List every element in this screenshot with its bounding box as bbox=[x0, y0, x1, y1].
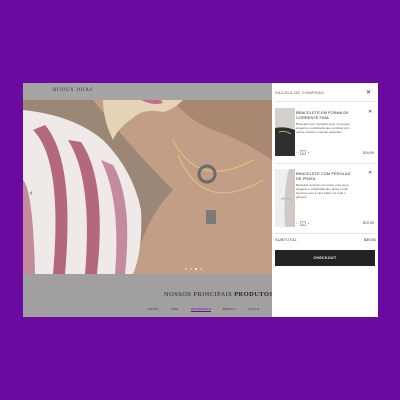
checkout-button[interactable]: CHECKOUT bbox=[275, 250, 375, 266]
divider bbox=[275, 163, 375, 164]
cart-item-name[interactable]: BRACELETE EM FORMA DE CORRENTE FINA bbox=[296, 110, 354, 120]
hero-image bbox=[23, 100, 272, 274]
cart-item-description: Bracelete com minúcias simp, uma peça el… bbox=[296, 122, 350, 134]
remove-item-icon[interactable]: ✕ bbox=[368, 109, 372, 115]
store-page: BIJOUX JOIAS ‹ NOSSOS PRINCIPAIS PRODUTO… bbox=[23, 83, 273, 317]
carousel-prev-icon[interactable]: ‹ bbox=[30, 190, 32, 197]
cart-item-price: $19,99 bbox=[363, 151, 374, 155]
subtotal-value: $39,98 bbox=[364, 238, 376, 242]
cart-item-price: $19,99 bbox=[363, 221, 374, 225]
filter-todos[interactable]: TODOS bbox=[147, 307, 159, 312]
carousel-indicators bbox=[185, 268, 202, 270]
filter-anel[interactable]: ANEL bbox=[171, 307, 180, 312]
remove-item-icon[interactable]: ✕ bbox=[368, 170, 372, 176]
section-title: NOSSOS PRINCIPAIS PRODUTOS bbox=[164, 291, 273, 298]
cart-title: SACOLA DE COMPRAS bbox=[275, 90, 325, 95]
cart-item-image bbox=[275, 169, 295, 227]
cart-item-name[interactable]: BRACELETE COM PÉROLAS DE PRATA bbox=[296, 171, 354, 181]
divider bbox=[275, 233, 375, 234]
carousel-dot[interactable] bbox=[185, 268, 187, 270]
close-cart-icon[interactable]: ✕ bbox=[366, 89, 371, 96]
decrement-button[interactable]: − bbox=[296, 151, 298, 155]
filter-bracelete[interactable]: BRACELETE bbox=[191, 307, 211, 312]
increment-button[interactable]: + bbox=[308, 222, 310, 226]
cart-item: BRACELETE EM FORMA DE CORRENTE FINA ✕ Br… bbox=[275, 108, 375, 160]
decrement-button[interactable]: − bbox=[296, 222, 298, 226]
quantity-value[interactable]: 1 bbox=[299, 150, 306, 155]
increment-button[interactable]: + bbox=[308, 151, 310, 155]
carousel-dot-active[interactable] bbox=[195, 268, 197, 270]
section-title-bold: PRODUTOS bbox=[234, 291, 274, 298]
quantity-value[interactable]: 1 bbox=[299, 221, 306, 226]
carousel-dot[interactable] bbox=[200, 268, 202, 270]
browser-frame: BIJOUX JOIAS ‹ NOSSOS PRINCIPAIS PRODUTO… bbox=[23, 83, 378, 317]
carousel-dot[interactable] bbox=[190, 268, 192, 270]
filter-brinco[interactable]: BRINCO bbox=[223, 307, 236, 312]
hero-carousel[interactable] bbox=[23, 100, 272, 274]
quantity-stepper: − 1 + bbox=[296, 221, 310, 226]
site-header: BIJOUX JOIAS bbox=[23, 83, 272, 100]
brand-logo[interactable]: BIJOUX JOIAS bbox=[53, 88, 93, 93]
filter-colar[interactable]: COLAR bbox=[248, 307, 259, 312]
quantity-stepper: − 1 + bbox=[296, 150, 310, 155]
subtotal-label: SUBTOTAL bbox=[275, 238, 298, 242]
cart-item-image bbox=[275, 108, 295, 156]
divider bbox=[275, 101, 375, 102]
section-title-prefix: NOSSOS PRINCIPAIS bbox=[164, 291, 233, 298]
shopping-cart-panel: SACOLA DE COMPRAS ✕ BRACELETE EM FORMA D… bbox=[272, 83, 378, 317]
category-filters: TODOS ANEL BRACELETE BRINCO COLAR bbox=[147, 307, 259, 312]
cart-item-description: Bracelete feminino em prata, uma peça el… bbox=[296, 183, 349, 199]
cart-item: BRACELETE COM PÉROLAS DE PRATA ✕ Bracele… bbox=[275, 169, 375, 229]
